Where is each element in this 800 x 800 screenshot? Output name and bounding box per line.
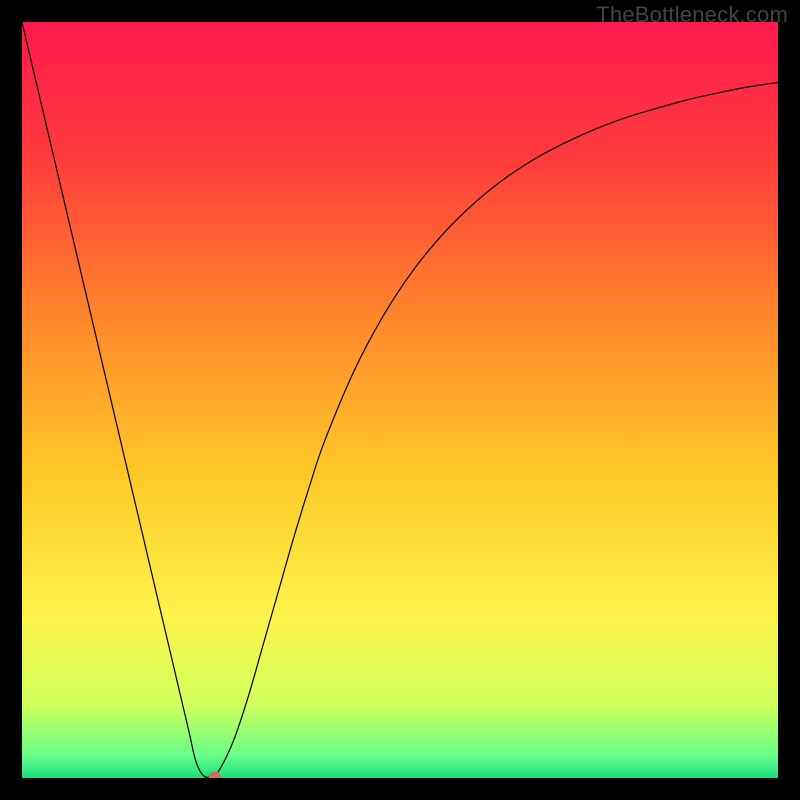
plot-area bbox=[22, 22, 778, 778]
watermark-text: TheBottleneck.com bbox=[596, 2, 788, 28]
chart-frame: TheBottleneck.com bbox=[0, 0, 800, 800]
gradient-background bbox=[22, 22, 778, 778]
bottleneck-chart bbox=[22, 22, 778, 778]
